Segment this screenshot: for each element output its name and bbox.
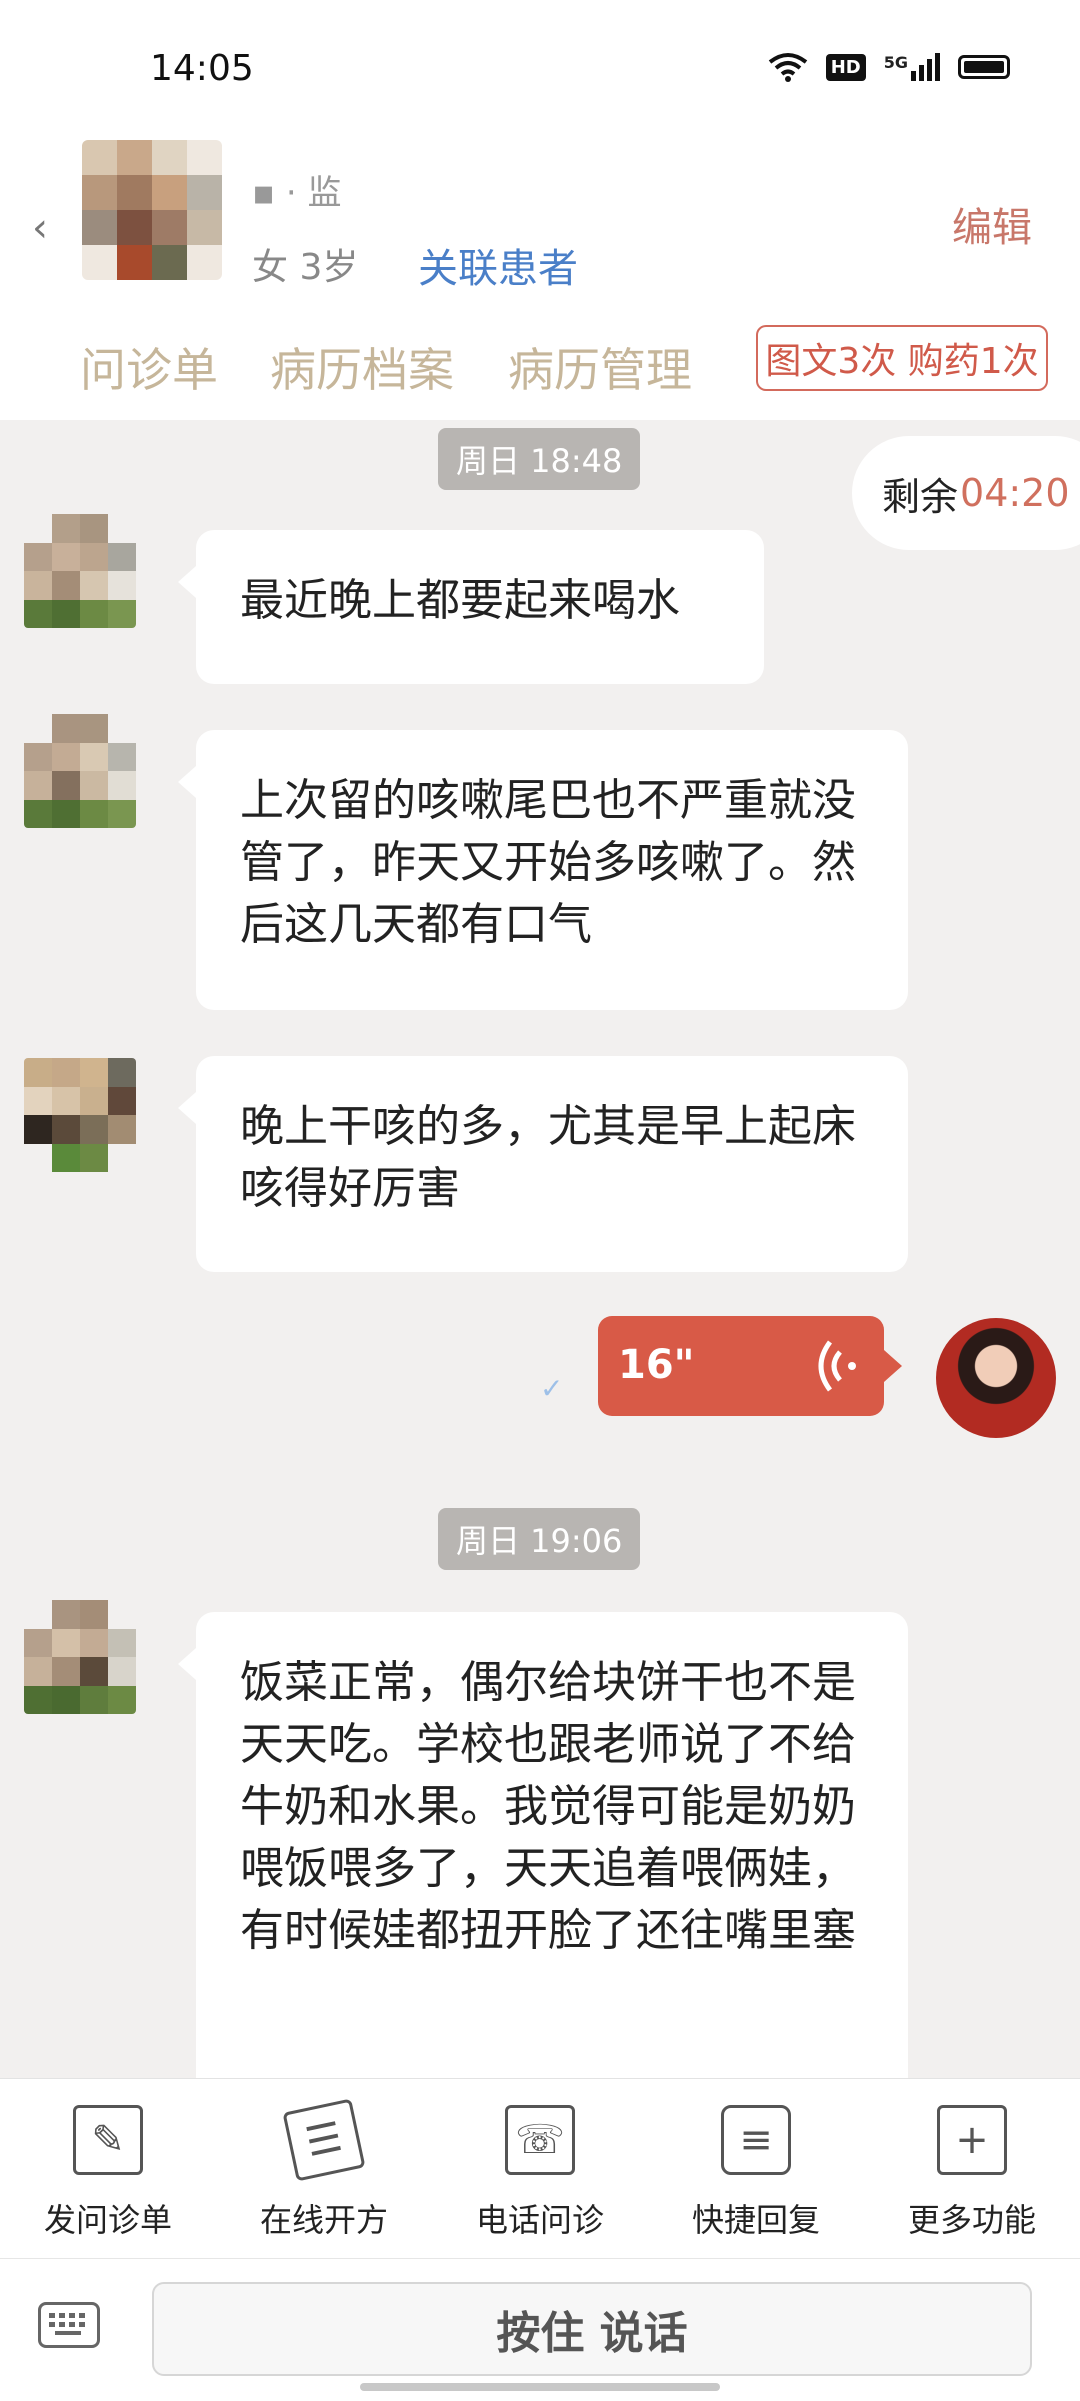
patient-avatar[interactable] bbox=[82, 140, 222, 280]
more-functions-button[interactable]: + 更多功能 bbox=[864, 2079, 1080, 2259]
prescription-icon: ☰ bbox=[282, 2098, 366, 2182]
online-prescription-button[interactable]: ☰ 在线开方 bbox=[216, 2079, 432, 2259]
battery-icon bbox=[958, 55, 1010, 79]
phone-icon: ☏ bbox=[505, 2105, 575, 2175]
patient-name: ▪ · 监 bbox=[252, 173, 342, 213]
more-icon: + bbox=[937, 2105, 1007, 2175]
edit-button[interactable]: 编辑 bbox=[952, 195, 1032, 253]
signal-icon: 5G bbox=[884, 53, 940, 81]
message-bubble[interactable]: 上次留的咳嗽尾巴也不严重就没管了，昨天又开始多咳嗽了。然后这几天都有口气 bbox=[178, 730, 908, 1010]
tab-inquiry-form[interactable]: 问诊单 bbox=[80, 334, 218, 400]
timestamp-chip: 周日 18:48 bbox=[438, 428, 641, 490]
sender-avatar[interactable] bbox=[24, 714, 136, 828]
tool-label: 快捷回复 bbox=[691, 2201, 820, 2239]
hd-icon: HD bbox=[825, 53, 866, 81]
tab-record-management[interactable]: 病历管理 bbox=[508, 334, 692, 400]
tool-label: 发问诊单 bbox=[43, 2201, 172, 2239]
tool-label: 在线开方 bbox=[259, 2201, 388, 2239]
voice-duration: 16" bbox=[618, 1342, 695, 1388]
status-icons: HD 5G bbox=[768, 52, 1010, 82]
sender-avatar[interactable] bbox=[24, 514, 136, 628]
message-bubble[interactable]: 最近晚上都要起来喝水 bbox=[178, 530, 764, 684]
function-toolbar: ✎ 发问诊单 ☰ 在线开方 ☏ 电话问诊 ≡ 快捷回复 + 更多功能 bbox=[0, 2078, 1080, 2259]
voice-wave-icon bbox=[818, 1340, 856, 1392]
wifi-icon bbox=[768, 53, 807, 82]
status-time: 14:05 bbox=[150, 48, 254, 89]
read-check-icon: ✓ bbox=[540, 1372, 564, 1405]
keyboard-keys bbox=[49, 2313, 85, 2335]
sender-avatar[interactable] bbox=[24, 1600, 136, 1714]
service-badge[interactable]: 图文3次 购药1次 bbox=[756, 325, 1048, 391]
sender-avatar[interactable] bbox=[24, 1058, 136, 1172]
push-to-talk-button[interactable]: 按住 说话 bbox=[152, 2282, 1032, 2376]
tab-medical-archive[interactable]: 病历档案 bbox=[270, 334, 454, 400]
voice-message[interactable]: 16" bbox=[598, 1316, 902, 1416]
link-patient-button[interactable]: 关联患者 bbox=[418, 236, 578, 294]
remaining-time: 剩余 04:20 bbox=[852, 436, 1080, 550]
timestamp-chip: 周日 19:06 bbox=[438, 1508, 641, 1570]
back-icon[interactable]: ‹ bbox=[32, 205, 48, 251]
doctor-avatar[interactable] bbox=[936, 1318, 1056, 1438]
send-inquiry-form-button[interactable]: ✎ 发问诊单 bbox=[0, 2079, 216, 2259]
tool-label: 更多功能 bbox=[907, 2201, 1036, 2239]
tool-label: 电话问诊 bbox=[475, 2201, 604, 2239]
quick-reply-icon: ≡ bbox=[721, 2105, 791, 2175]
keyboard-icon[interactable] bbox=[38, 2302, 100, 2348]
form-icon: ✎ bbox=[73, 2105, 143, 2175]
quick-reply-button[interactable]: ≡ 快捷回复 bbox=[648, 2079, 864, 2259]
home-indicator bbox=[360, 2383, 720, 2391]
patient-info: 女 3岁 bbox=[252, 247, 359, 288]
remaining-label: 剩余 bbox=[882, 474, 959, 519]
remaining-countdown: 04:20 bbox=[960, 471, 1070, 515]
message-bubble[interactable]: 饭菜正常，偶尔给块饼干也不是天天吃。学校也跟老师说了不给牛奶和水果。我觉得可能是… bbox=[178, 1612, 908, 2102]
message-bubble[interactable]: 晚上干咳的多，尤其是早上起床咳得好厉害 bbox=[178, 1056, 908, 1272]
phone-consult-button[interactable]: ☏ 电话问诊 bbox=[432, 2079, 648, 2259]
network-type-label: 5G bbox=[883, 53, 908, 72]
